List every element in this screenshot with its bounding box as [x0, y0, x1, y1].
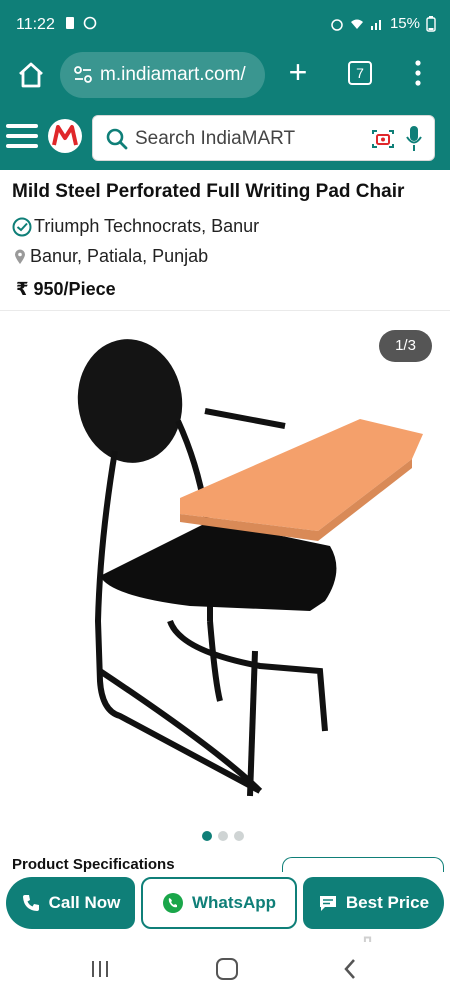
image-counter-badge: 1/3 [379, 330, 432, 362]
carousel-dot[interactable] [234, 831, 244, 841]
mic-icon[interactable] [405, 124, 423, 154]
best-price-label: Best Price [345, 893, 430, 912]
site-settings-icon[interactable] [72, 64, 94, 86]
back-icon[interactable] [342, 958, 358, 980]
home-nav-icon[interactable] [216, 958, 238, 980]
phone-icon [22, 895, 39, 911]
tab-switcher-button[interactable]: 7 [348, 61, 372, 85]
status-bar: 11:22 15% [0, 0, 450, 50]
recent-apps-icon[interactable] [90, 960, 110, 978]
battery-percent: 15% [389, 15, 420, 32]
new-tab-icon[interactable]: + [284, 56, 312, 90]
price: ₹ 950/Piece [16, 279, 116, 299]
product-title: Mild Steel Perforated Full Writing Pad C… [12, 181, 405, 202]
chat-bubble-icon [319, 896, 336, 911]
best-price-button[interactable]: Best Price [303, 877, 444, 929]
location-pin-icon [15, 249, 25, 264]
whatsapp-notification-icon [83, 16, 97, 30]
carousel-dots[interactable] [202, 831, 244, 841]
system-nav-bar [0, 942, 450, 1000]
url-text: m.indiamart.com/ [100, 64, 246, 85]
carousel-dot[interactable] [218, 831, 228, 841]
carousel-dot[interactable] [202, 831, 212, 841]
location-row: Banur, Patiala, Punjab [14, 246, 208, 267]
verified-check-icon [12, 217, 32, 236]
alarm-icon [331, 18, 343, 31]
call-now-button[interactable]: Call Now [6, 877, 135, 929]
search-bar[interactable] [92, 115, 435, 161]
wifi-icon [350, 19, 363, 29]
battery-alert-icon [66, 17, 74, 29]
clock: 11:22 [16, 16, 55, 33]
address-bar[interactable]: m.indiamart.com/ [60, 52, 265, 98]
hamburger-menu-icon[interactable] [6, 124, 38, 148]
whatsapp-button[interactable]: WhatsApp [141, 877, 297, 929]
whatsapp-label: WhatsApp [191, 893, 277, 912]
seller-name[interactable]: Triumph Technocrats, Banur [34, 216, 259, 237]
search-icon[interactable] [105, 127, 129, 151]
app-header [0, 106, 450, 170]
location-text: Banur, Patiala, Punjab [30, 246, 209, 266]
call-now-label: Call Now [48, 893, 121, 912]
more-options-icon[interactable] [411, 58, 425, 88]
whatsapp-icon [162, 893, 183, 913]
camera-search-icon[interactable] [371, 128, 395, 150]
signal-icon [370, 19, 381, 30]
home-icon[interactable] [14, 58, 48, 92]
chair-product-image[interactable] [60, 321, 440, 821]
seller-row[interactable]: Triumph Technocrats, Banur [12, 216, 259, 237]
battery-icon [426, 15, 436, 32]
product-image-gallery[interactable]: 1/3 [0, 310, 450, 850]
browser-toolbar: m.indiamart.com/ + 7 [0, 50, 450, 106]
search-input[interactable] [135, 124, 355, 154]
indiamart-logo[interactable] [47, 118, 83, 154]
